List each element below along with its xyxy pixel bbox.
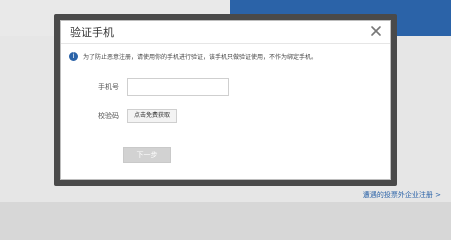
phone-row: 手机号 <box>91 78 229 96</box>
next-button[interactable]: 下一步 <box>123 147 171 163</box>
phone-label: 手机号 <box>98 83 119 91</box>
dialog-header: 验证手机 <box>61 21 390 44</box>
get-code-button[interactable]: 点击免费获取 <box>127 109 178 123</box>
close-icon[interactable] <box>369 24 383 38</box>
code-label: 校验码 <box>98 112 119 120</box>
notice-text: 为了防止恶意注册，请使用你的手机进行验证，该手机只做验证使用，不作为绑定手机。 <box>83 54 318 61</box>
verify-phone-dialog: 验证手机 i 为了防止恶意注册，请使用你的手机进行验证，该手机只做验证使用，不作… <box>60 20 391 180</box>
background-bottom-link[interactable]: 遭遇的投票外企业注册 > <box>363 190 441 200</box>
code-row: 校验码 点击免费获取 <box>91 109 178 123</box>
info-icon: i <box>69 52 78 61</box>
phone-input[interactable] <box>127 78 229 96</box>
dialog-title: 验证手机 <box>70 26 114 39</box>
notice: i 为了防止恶意注册，请使用你的手机进行验证，该手机只做验证使用，不作为绑定手机… <box>69 52 317 61</box>
